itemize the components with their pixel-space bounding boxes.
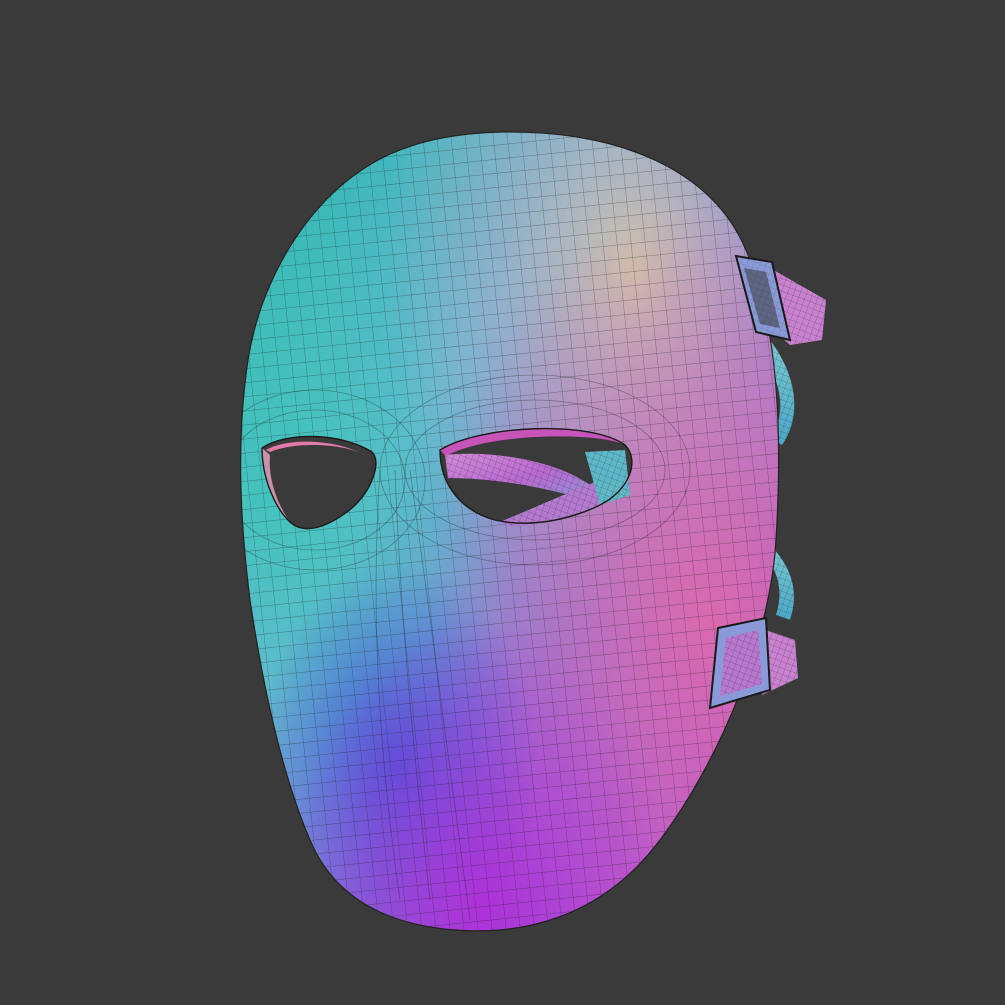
lower-buckle xyxy=(708,616,798,710)
mask-render xyxy=(240,131,826,932)
3d-viewport[interactable] xyxy=(0,0,1005,1005)
mask-shell xyxy=(240,131,779,931)
